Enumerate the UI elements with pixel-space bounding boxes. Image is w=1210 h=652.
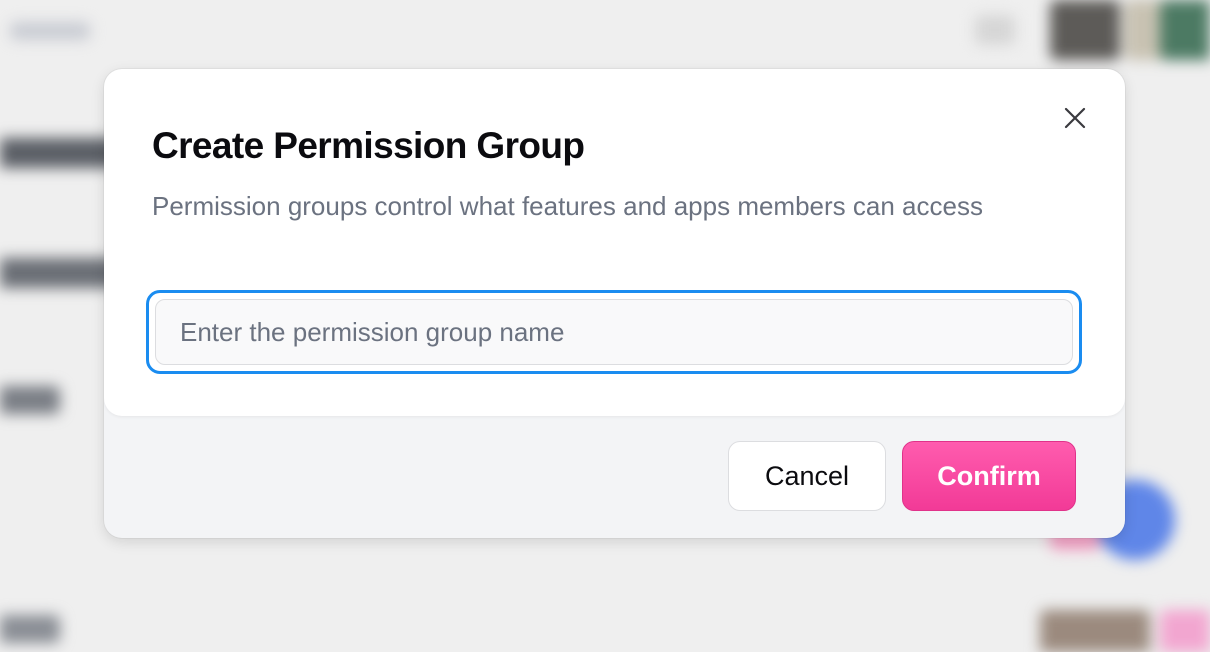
background-element: [10, 22, 90, 40]
background-element: [0, 138, 120, 168]
background-element: [0, 615, 60, 643]
confirm-button[interactable]: Confirm: [902, 441, 1076, 511]
background-element: [975, 15, 1015, 45]
create-permission-group-dialog: Create Permission Group Permission group…: [104, 69, 1125, 538]
dialog-description: Permission groups control what features …: [152, 191, 983, 221]
background-element: [0, 258, 120, 288]
dialog-title: Create Permission Group: [152, 125, 585, 166]
background-element: [1125, 0, 1165, 60]
dialog-body: Create Permission Group Permission group…: [104, 69, 1125, 416]
close-button[interactable]: [1059, 102, 1091, 134]
close-icon: [1064, 107, 1086, 129]
background-element: [1160, 0, 1210, 60]
cancel-button[interactable]: Cancel: [728, 441, 886, 511]
background-element: [0, 386, 60, 414]
background-element: [1050, 0, 1120, 60]
background-element: [1040, 610, 1150, 652]
input-focus-ring: [146, 290, 1082, 374]
permission-group-name-input[interactable]: [155, 299, 1073, 365]
background-element: [1160, 610, 1210, 652]
